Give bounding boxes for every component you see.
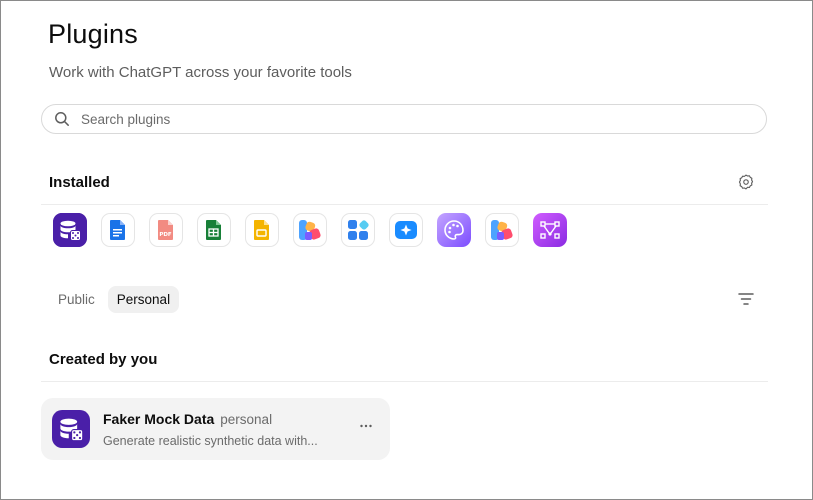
presentation-icon bbox=[254, 220, 269, 240]
database-dice-icon bbox=[53, 213, 87, 247]
tab-personal[interactable]: Personal bbox=[107, 286, 180, 313]
document-icon bbox=[110, 220, 125, 240]
plugin-name: Faker Mock Data personal bbox=[103, 411, 272, 427]
palette-icon bbox=[444, 220, 464, 240]
more-options-icon[interactable] bbox=[358, 418, 374, 434]
created-by-you-heading: Created by you bbox=[49, 351, 158, 368]
plugin-tag: personal bbox=[220, 412, 273, 427]
plugin-sparkle[interactable] bbox=[389, 213, 423, 247]
vector-nodes-icon bbox=[540, 221, 560, 239]
filter-icon[interactable] bbox=[737, 291, 755, 307]
page-subtitle: Work with ChatGPT across your favorite t… bbox=[49, 64, 352, 81]
divider bbox=[41, 381, 768, 382]
plugin-description: Generate realistic synthetic data with..… bbox=[103, 434, 318, 448]
apps-grid-icon bbox=[348, 220, 369, 240]
svg-text:PDF: PDF bbox=[159, 232, 172, 238]
installed-heading: Installed bbox=[49, 174, 110, 191]
search-input[interactable] bbox=[79, 110, 683, 128]
divider bbox=[41, 204, 768, 205]
plugin-name-text: Faker Mock Data bbox=[103, 411, 215, 427]
plugin-database-dice[interactable] bbox=[53, 213, 87, 247]
plugin-palette[interactable] bbox=[437, 213, 471, 247]
gear-icon[interactable] bbox=[737, 173, 755, 191]
installed-plugins-row: PDF bbox=[53, 213, 567, 247]
pdf-icon: PDF bbox=[158, 220, 173, 240]
plugins-page: Plugins Work with ChatGPT across your fa… bbox=[0, 0, 813, 500]
spreadsheet-icon bbox=[206, 220, 221, 240]
plugin-spreadsheet[interactable] bbox=[197, 213, 231, 247]
colorful-logo-icon bbox=[491, 220, 513, 240]
plugin-pdf[interactable]: PDF bbox=[149, 213, 183, 247]
database-dice-icon bbox=[52, 410, 90, 453]
colorful-logo-icon bbox=[299, 220, 321, 240]
plugin-colorful-logo-2[interactable] bbox=[485, 213, 519, 247]
sparkle-icon bbox=[395, 221, 417, 239]
plugin-presentation[interactable] bbox=[245, 213, 279, 247]
page-title: Plugins bbox=[48, 19, 138, 49]
search-icon bbox=[54, 111, 70, 127]
plugin-apps-grid[interactable] bbox=[341, 213, 375, 247]
tab-public[interactable]: Public bbox=[49, 286, 104, 313]
plugin-document[interactable] bbox=[101, 213, 135, 247]
plugin-colorful-logo[interactable] bbox=[293, 213, 327, 247]
visibility-tabs: Public Personal bbox=[49, 286, 180, 313]
plugin-vector-nodes[interactable] bbox=[533, 213, 567, 247]
plugin-card[interactable]: Faker Mock Data personal Generate realist… bbox=[41, 398, 390, 460]
search-bar[interactable] bbox=[41, 104, 767, 134]
